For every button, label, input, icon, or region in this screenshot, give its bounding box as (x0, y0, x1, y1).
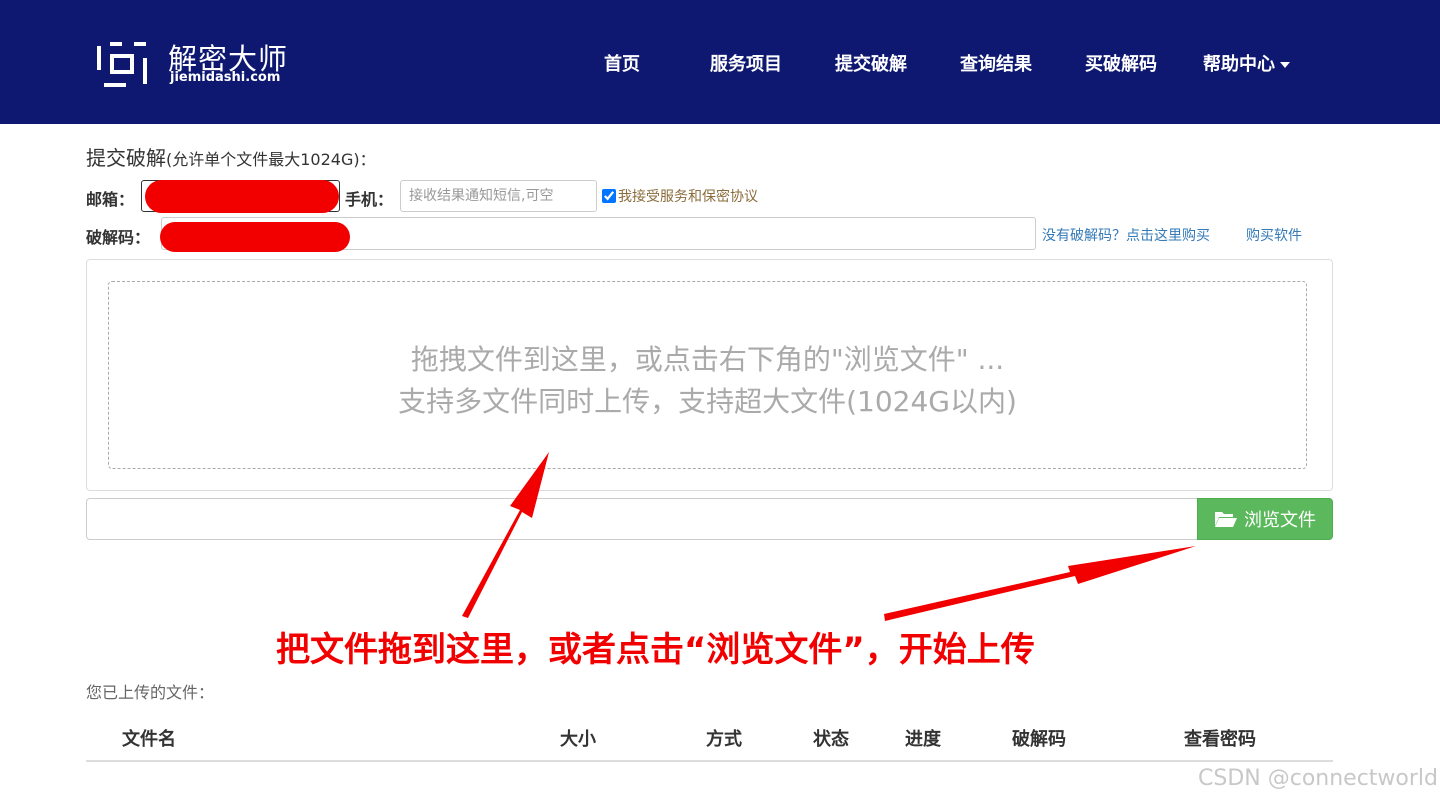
table-header-rule (86, 760, 1333, 762)
logo-subtitle: jiemidashi.com (170, 70, 281, 85)
form-title: 提交破解(允许单个文件最大1024G)： (86, 142, 376, 171)
site-logo[interactable]: 解密大师 jiemidashi.com (96, 36, 306, 90)
logo-icon (97, 42, 147, 87)
nav-help-dropdown[interactable]: 帮助中心 (1203, 50, 1290, 76)
no-code-buy-link[interactable]: 没有破解码？点击这里购买 (1042, 225, 1210, 245)
folder-open-icon (1215, 512, 1237, 527)
form-title-note: (允许单个文件最大1024G)： (166, 150, 376, 169)
agree-checkbox-label[interactable]: 我接受服务和保密协议 (602, 186, 758, 206)
nav-services[interactable]: 服务项目 (710, 50, 782, 76)
agree-text: 我接受服务和保密协议 (618, 189, 758, 205)
form-title-main: 提交破解 (86, 146, 166, 170)
top-navbar: 解密大师 jiemidashi.com 首页 服务项目 提交破解 查询结果 买破… (0, 0, 1440, 124)
nav-query[interactable]: 查询结果 (960, 50, 1032, 76)
col-size: 大小 (560, 729, 596, 750)
col-method: 方式 (706, 729, 742, 750)
email-label: 邮箱： (86, 190, 135, 209)
arrow-to-browse (884, 546, 1196, 621)
phone-label: 手机： (345, 190, 394, 209)
agree-checkbox[interactable] (602, 189, 616, 203)
file-caption-field[interactable] (86, 498, 1198, 540)
drop-zone-line-2: 支持多文件同时上传，支持超大文件(1024G以内) (398, 385, 1017, 418)
watermark: CSDN @connectworld (1198, 766, 1438, 791)
crack-code-label: 破解码： (86, 228, 151, 247)
crack-code-redaction (160, 222, 350, 252)
col-filename: 文件名 (122, 729, 176, 750)
upload-panel: 拖拽文件到这里，或点击右下角的"浏览文件" ... 支持多文件同时上传，支持超大… (86, 259, 1333, 491)
col-status: 状态 (813, 729, 849, 750)
browse-files-button[interactable]: 浏览文件 (1197, 498, 1333, 540)
uploaded-files-title: 您已上传的文件： (86, 683, 215, 702)
col-crack-code: 破解码 (1012, 729, 1066, 750)
phone-field[interactable] (400, 180, 597, 212)
col-progress: 进度 (905, 729, 941, 750)
nav-buy-code[interactable]: 买破解码 (1085, 50, 1157, 76)
nav-help-label: 帮助中心 (1203, 54, 1275, 75)
nav-submit[interactable]: 提交破解 (835, 50, 907, 76)
drop-zone[interactable]: 拖拽文件到这里，或点击右下角的"浏览文件" ... 支持多文件同时上传，支持超大… (108, 281, 1307, 469)
buy-software-link[interactable]: 购买软件 (1246, 225, 1302, 245)
annotation-text: 把文件拖到这里，或者点击“浏览文件”，开始上传 (276, 630, 1035, 670)
drop-zone-line-1: 拖拽文件到这里，或点击右下角的"浏览文件" ... (410, 343, 1005, 376)
email-redaction (145, 180, 339, 213)
browse-files-label: 浏览文件 (1244, 510, 1316, 531)
col-view-password: 查看密码 (1184, 729, 1256, 750)
caret-down-icon (1280, 62, 1290, 68)
nav-home[interactable]: 首页 (604, 50, 640, 76)
